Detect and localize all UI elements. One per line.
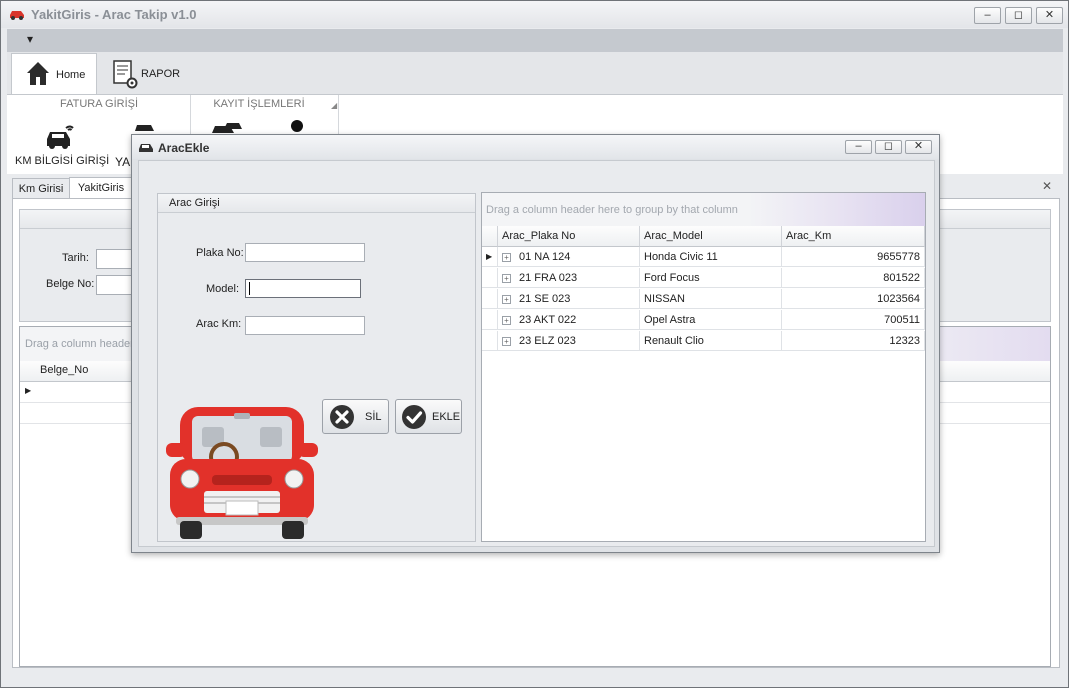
arac-grid-group-panel: Drag a column header here to group by th… <box>482 193 925 226</box>
plaka-no-label: Plaka No: <box>196 247 244 259</box>
dialog-title: AracEkle <box>158 141 210 155</box>
expand-row-icon[interactable]: + <box>502 252 511 262</box>
plaka-no-input[interactable] <box>245 243 365 262</box>
arac-girisi-caption: Arac Girişi <box>169 197 220 209</box>
plaka-text: 23 ELZ 023 <box>519 335 576 347</box>
table-row[interactable]: +23 AKT 022 Opel Astra 700511 <box>482 310 925 331</box>
cell-model[interactable]: Honda Civic 11 <box>640 247 782 267</box>
table-row[interactable]: ▶ +01 NA 124 Honda Civic 11 9655778 <box>482 247 925 268</box>
group-kayit-islemleri-caption: KAYIT İŞLEMLERİ <box>213 98 305 110</box>
cell-model[interactable]: Opel Astra <box>640 310 782 330</box>
dialog-title-bar: AracEkle ‒ ◻ ✕ <box>132 135 939 159</box>
arac-girisi-header: Arac Girişi <box>158 194 475 213</box>
cell-model[interactable]: NISSAN <box>640 289 782 309</box>
col-arac-plaka-no[interactable]: Arac_Plaka No <box>498 226 640 247</box>
col-arac-km[interactable]: Arac_Km <box>782 226 925 247</box>
row-indicator[interactable] <box>482 331 498 351</box>
sil-button[interactable]: SİL <box>322 399 389 434</box>
table-row[interactable]: +21 FRA 023 Ford Focus 801522 <box>482 268 925 289</box>
title-bar: YakitGiris - Arac Takip v1.0 ‒ ◻ ✕ <box>1 1 1068 28</box>
table-row[interactable]: +23 ELZ 023 Renault Clio 12323 <box>482 331 925 352</box>
arac-km-label: Arac Km: <box>196 318 242 330</box>
red-car-illustration <box>166 399 318 544</box>
cell-km[interactable]: 801522 <box>782 268 925 288</box>
dialog-minimize-button[interactable]: ‒ <box>845 140 872 154</box>
cell-plaka-no[interactable]: +21 FRA 023 <box>498 268 640 288</box>
yakit-grid-group-hint: Drag a column header <box>25 338 134 350</box>
tab-rapor-label: RAPOR <box>141 68 181 80</box>
doc-tab-yakitgiris[interactable]: YakitGiris <box>69 177 133 200</box>
row-indicator-icon: ▶ <box>25 386 32 395</box>
tarih-label: Tarih: <box>62 252 89 264</box>
cell-plaka-no[interactable]: +21 SE 023 <box>498 289 640 309</box>
table-row[interactable]: +21 SE 023 NISSAN 1023564 <box>482 289 925 310</box>
ekle-label: EKLE <box>432 411 461 423</box>
model-input[interactable] <box>245 279 361 298</box>
expand-row-icon[interactable]: + <box>502 294 511 304</box>
cell-km[interactable]: 9655778 <box>782 247 925 267</box>
ribbon-tab-row: Home RAPOR <box>7 52 1063 96</box>
delete-x-icon <box>329 404 355 433</box>
text-cursor <box>249 282 250 295</box>
doc-tab-km-girisi[interactable]: Km Girisi <box>12 178 70 200</box>
group-fatura-girisi-caption: FATURA GİRİŞİ <box>59 98 139 110</box>
model-label: Model: <box>206 283 240 295</box>
cell-plaka-no[interactable]: +23 ELZ 023 <box>498 331 640 351</box>
cell-km[interactable]: 12323 <box>782 331 925 351</box>
tab-rapor[interactable]: RAPOR <box>103 53 183 95</box>
arac-grid: Drag a column header here to group by th… <box>481 192 926 542</box>
group-launcher-icon[interactable]: ◢ <box>331 101 337 110</box>
cell-km[interactable]: 700511 <box>782 310 925 330</box>
car-wifi-icon <box>44 119 76 154</box>
plaka-text: 21 FRA 023 <box>519 272 578 284</box>
quick-access-toolbar: ▾ <box>7 29 1063 52</box>
km-bilgisi-girisi-button[interactable]: KM BİLGİSİ GİRİŞİ <box>11 115 110 171</box>
arac-grid-header: Arac_Plaka No Arac_Model Arac_Km <box>482 226 925 248</box>
qat-dropdown-icon[interactable]: ▾ <box>27 32 33 46</box>
col-arac-model[interactable]: Arac_Model <box>640 226 782 247</box>
ekle-button[interactable]: EKLE <box>395 399 462 434</box>
arac-ekle-dialog: AracEkle ‒ ◻ ✕ Arac Girişi Plaka No: Mod… <box>131 134 940 553</box>
cell-model[interactable]: Ford Focus <box>640 268 782 288</box>
cell-plaka-no[interactable]: +23 AKT 022 <box>498 310 640 330</box>
km-bilgisi-girisi-label: KM BİLGİSİ GİRİŞİ <box>15 155 110 167</box>
arac-girisi-group: Arac Girişi Plaka No: Model: Arac Km: Sİ… <box>157 193 476 542</box>
app-car-icon <box>8 7 26 24</box>
arac-km-input[interactable] <box>245 316 365 335</box>
row-indicator[interactable] <box>482 268 498 288</box>
expand-row-icon[interactable]: + <box>502 336 511 346</box>
expand-row-icon[interactable]: + <box>502 315 511 325</box>
header-indicator-cell <box>482 226 498 247</box>
cell-km[interactable]: 1023564 <box>782 289 925 309</box>
col-belge-no[interactable]: Belge_No <box>40 364 88 376</box>
arac-grid-rows: ▶ +01 NA 124 Honda Civic 11 9655778 +21 FRA … <box>482 247 925 357</box>
row-indicator[interactable] <box>482 310 498 330</box>
checkmark-icon <box>401 404 427 433</box>
dialog-close-button[interactable]: ✕ <box>905 140 932 154</box>
maximize-button[interactable]: ◻ <box>1005 7 1032 24</box>
arac-grid-group-hint: Drag a column header here to group by th… <box>486 204 738 216</box>
home-icon <box>24 59 52 90</box>
window-title: YakitGiris - Arac Takip v1.0 <box>31 7 197 22</box>
plaka-text: 23 AKT 022 <box>519 314 577 326</box>
plaka-text: 01 NA 124 <box>519 251 571 263</box>
sil-label: SİL <box>365 411 382 423</box>
row-indicator[interactable] <box>482 289 498 309</box>
tab-home[interactable]: Home <box>11 53 97 96</box>
expand-row-icon[interactable]: + <box>502 273 511 283</box>
dialog-maximize-button[interactable]: ◻ <box>875 140 902 154</box>
belge-no-label: Belge No: <box>46 278 95 290</box>
tab-home-label: Home <box>56 69 86 81</box>
dialog-car-icon <box>138 140 154 157</box>
plaka-text: 21 SE 023 <box>519 293 571 305</box>
report-settings-icon <box>111 59 139 92</box>
cell-plaka-no[interactable]: +01 NA 124 <box>498 247 640 267</box>
cell-model[interactable]: Renault Clio <box>640 331 782 351</box>
minimize-button[interactable]: ‒ <box>974 7 1001 24</box>
row-indicator[interactable]: ▶ <box>482 247 498 267</box>
close-button[interactable]: ✕ <box>1036 7 1063 24</box>
doc-close-icon[interactable]: ✕ <box>1042 179 1052 193</box>
